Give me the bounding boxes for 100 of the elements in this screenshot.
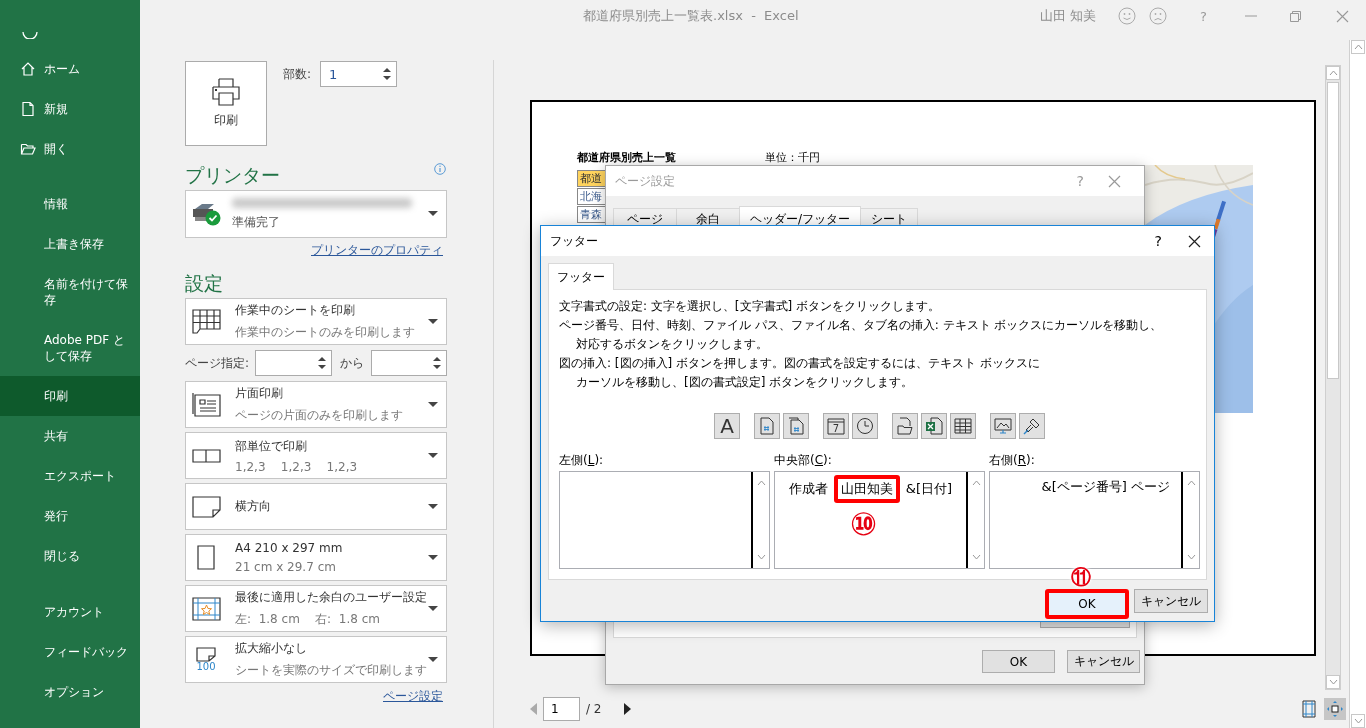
dialog-title: ページ設定: [615, 172, 675, 190]
print-setting-dropdown[interactable]: 片面印刷 ページの片面のみを印刷します: [185, 381, 447, 428]
spin-arrows-icon[interactable]: [382, 66, 393, 82]
sidebar-item[interactable]: 新規: [0, 89, 140, 129]
folder-icon: [20, 141, 36, 157]
help-button[interactable]: ?: [1154, 233, 1162, 249]
page-margins-icon: [1302, 700, 1316, 718]
scroll-up-icon[interactable]: [971, 480, 981, 486]
instruction-text: 図の挿入: [図の挿入] ボタンを押します。図の書式を設定するには、テキスト ボックスに カーソルを移動し、[図の書式設定] ボタンをクリックします。: [559, 355, 1041, 391]
dropdown-caret-icon: [428, 656, 438, 663]
sidebar-item[interactable]: 名前を付けて保存: [0, 264, 140, 320]
sidebar-item[interactable]: 開く: [0, 129, 140, 169]
copies-label: 部数:: [283, 65, 312, 83]
spin-arrows-icon[interactable]: [432, 355, 442, 371]
footer-toolbar-button[interactable]: [852, 413, 878, 439]
smiley-icon[interactable]: [1118, 7, 1137, 25]
page-total: / 2: [586, 702, 602, 716]
scroll-bar[interactable]: [1349, 40, 1366, 728]
back-arc-icon[interactable]: [22, 31, 38, 39]
footer-toolbar-button[interactable]: [921, 413, 947, 439]
to-label: から: [338, 354, 365, 372]
sidebar-item[interactable]: 印刷: [0, 376, 140, 416]
sidebar-item[interactable]: エクスポート: [0, 456, 140, 496]
next-page-icon[interactable]: [623, 703, 631, 715]
spin-arrows-icon[interactable]: [317, 355, 327, 371]
dropdown-caret-icon: [428, 318, 438, 325]
dialog-tab[interactable]: フッター: [548, 263, 614, 290]
footer-section-field[interactable]: [559, 471, 770, 569]
clock-icon: [856, 417, 874, 435]
footer-toolbar-button[interactable]: [1019, 413, 1045, 439]
scroll-up-icon[interactable]: [756, 480, 766, 486]
footer-toolbar-button[interactable]: [892, 413, 918, 439]
scroll-down-icon[interactable]: [971, 554, 981, 560]
footer-toolbar-button[interactable]: A: [714, 413, 740, 439]
dialog-button[interactable]: OK: [1045, 589, 1129, 619]
scroll-down-icon[interactable]: [1186, 554, 1196, 560]
footer-toolbar-button[interactable]: [950, 413, 976, 439]
dropdown-caret-icon: [428, 211, 438, 217]
step-number: ⑪: [1071, 566, 1091, 588]
print-setting-dropdown[interactable]: 作業中のシートを印刷 作業中のシートのみを印刷します: [185, 298, 447, 345]
sidebar-item[interactable]: 発行: [0, 496, 140, 536]
dropdown-caret-icon: [428, 452, 438, 459]
printer-ready-icon: [192, 201, 222, 227]
sidebar-item[interactable]: ホーム: [0, 49, 140, 89]
print-button[interactable]: 印刷: [185, 61, 267, 146]
step-number: ⑩: [850, 506, 878, 542]
dialog-button[interactable]: キャンセル: [1067, 650, 1140, 673]
sidebar-item[interactable]: Adobe PDF として保存: [0, 320, 140, 376]
section-heading: 設定: [185, 271, 223, 295]
page-lines-icon: [191, 392, 221, 417]
print-setting-dropdown[interactable]: 横方向: [185, 483, 447, 530]
footer-toolbar-button[interactable]: [990, 413, 1016, 439]
copies-field[interactable]: 1: [320, 61, 398, 87]
scroll-up-icon[interactable]: [1328, 70, 1338, 76]
scroll-up-icon[interactable]: [1353, 44, 1363, 50]
sidebar-item[interactable]: オプション: [0, 672, 140, 712]
user-name: 山田 知美: [1039, 7, 1097, 25]
zoom-page-button[interactable]: [1324, 698, 1346, 720]
dropdown-caret-icon: [428, 401, 438, 408]
print-setting-dropdown[interactable]: A4 210 x 297 mm 21 cm x 29.7 cm: [185, 534, 447, 581]
sidebar-item[interactable]: フィードバック: [0, 632, 140, 672]
scroll-up-icon[interactable]: [1186, 480, 1196, 486]
close-icon[interactable]: [1187, 234, 1201, 248]
info-icon[interactable]: [434, 163, 446, 175]
unit-label: 単位：千円: [765, 150, 820, 165]
dropdown-caret-icon: [428, 605, 438, 612]
frown-icon[interactable]: [1149, 7, 1168, 25]
printer-dropdown[interactable]: 準備完了: [185, 190, 447, 238]
printer-properties-link[interactable]: プリンターのプロパティ: [311, 243, 443, 257]
page-setup-link[interactable]: ページ設定: [383, 689, 443, 703]
dialog-button[interactable]: キャンセル: [1134, 589, 1208, 613]
sidebar-item[interactable]: 共有: [0, 416, 140, 456]
sidebar-item[interactable]: 情報: [0, 184, 140, 224]
section-label: 中央部(C):: [774, 452, 833, 468]
print-setting-dropdown[interactable]: 部単位で印刷 1,2,3 1,2,3 1,2,3: [185, 432, 447, 479]
scroll-bar[interactable]: [1325, 65, 1341, 690]
dialog-title: フッター: [550, 232, 598, 250]
grid-icon: [954, 418, 972, 434]
scale-percent-label: 100: [196, 662, 216, 672]
sheet-title: 都道府県別売上一覧: [577, 150, 677, 165]
page-to-field[interactable]: [371, 350, 447, 376]
folder-page-icon: [896, 417, 914, 435]
page-from-field[interactable]: [255, 350, 332, 376]
hash-page-icon: [760, 417, 774, 435]
section-heading: プリンター: [185, 163, 280, 187]
print-setting-dropdown[interactable]: 最後に適用した余白のユーザー設定 左: 1.8 cm 右: 1.8 cm: [185, 585, 447, 632]
scroll-down-icon[interactable]: [756, 554, 766, 560]
sidebar-item[interactable]: アカウント: [0, 592, 140, 632]
dropdown-caret-icon: [428, 503, 438, 510]
sidebar-item[interactable]: 閉じる: [0, 536, 140, 576]
grid-sheet-icon: [191, 309, 221, 334]
scroll-down-icon[interactable]: [1328, 679, 1338, 685]
previous-page-icon[interactable]: [530, 703, 537, 715]
restore-icon[interactable]: [1290, 10, 1301, 22]
dialog-button[interactable]: OK: [982, 650, 1055, 673]
sidebar-item[interactable]: 上書き保存: [0, 224, 140, 264]
print-setting-dropdown[interactable]: 100 拡大縮小なし シートを実際のサイズで印刷します: [185, 636, 447, 683]
spreadsheet-file-icon: [925, 417, 943, 435]
scroll-down-icon[interactable]: [1353, 718, 1363, 724]
page-number-field[interactable]: 1: [543, 697, 580, 721]
